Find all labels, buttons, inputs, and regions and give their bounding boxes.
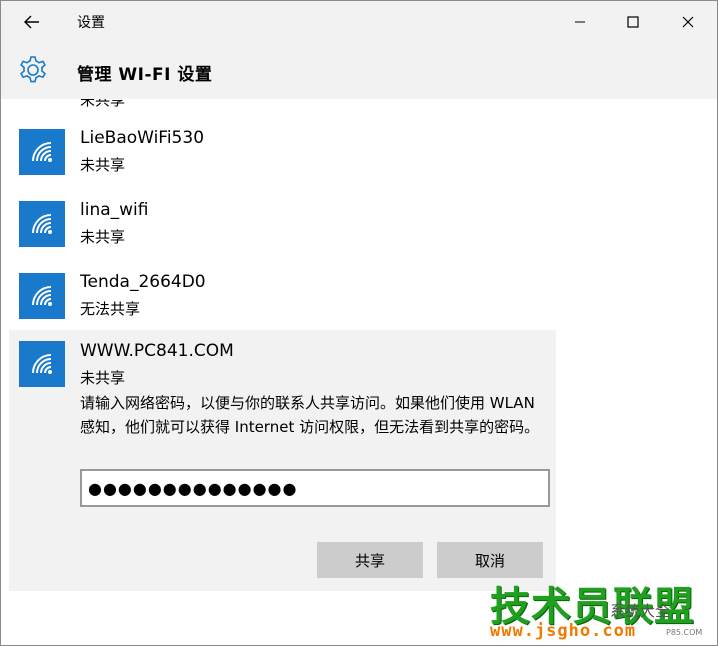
network-name: lina_wifi [80, 200, 149, 220]
network-name: LieBaoWiFi530 [80, 128, 205, 148]
network-status: 无法共享 [80, 300, 141, 318]
page-header: 管理 WI-FI 设置 [1, 43, 717, 99]
cancel-button[interactable]: 取消 [437, 542, 543, 578]
watermark-logo: 技术员联盟 www.jsgho.com 系统大全 P85.COM [490, 574, 718, 646]
network-status: 未共享 [80, 156, 126, 174]
close-button[interactable] [661, 1, 715, 43]
network-name: WWW.PC841.COM [80, 341, 234, 361]
network-tile [19, 201, 65, 247]
share-prompt: 请输入网络密码，以便与你的联系人共享访问。如果他们使用 WLAN 感知，他们就可… [80, 394, 540, 436]
page-title: 管理 WI-FI 设置 [77, 65, 213, 85]
title-bar: 设置 [1, 1, 717, 43]
maximize-button[interactable] [606, 1, 660, 43]
network-item-tenda[interactable]: Tenda_2664D0 无法共享 [1, 263, 556, 333]
network-tile [19, 341, 65, 387]
wifi-icon [32, 142, 52, 162]
password-field[interactable] [80, 469, 550, 507]
network-item-liebaowifi530[interactable]: LieBaoWiFi530 未共享 [1, 119, 556, 189]
wifi-icon [32, 214, 52, 234]
minimize-button[interactable] [553, 1, 607, 43]
network-tile [19, 129, 65, 175]
wifi-icon [32, 286, 52, 306]
window-title: 设置 [77, 15, 105, 31]
wifi-icon [32, 354, 52, 374]
maximize-icon [627, 16, 639, 28]
watermark-url: www.jsgho.com [490, 621, 637, 641]
arrow-left-icon [24, 15, 39, 29]
watermark-small-text: P85.COM [666, 628, 703, 637]
network-status: 未共享 [80, 369, 126, 387]
back-button[interactable] [15, 9, 49, 35]
gear-icon [20, 56, 46, 83]
minimize-icon [575, 21, 585, 23]
network-list: 未共享 LieBaoWiFi530 未共享 lina_wifi 未共享 Tend… [1, 99, 717, 599]
share-button[interactable]: 共享 [317, 542, 423, 578]
network-status: 未共享 [80, 99, 126, 109]
settings-window: 设置 管理 WI-FI 设置 未共享 LieBaoWiFi530 未共享 lin… [0, 0, 718, 646]
network-item-lina-wifi[interactable]: lina_wifi 未共享 [1, 191, 556, 261]
network-name: Tenda_2664D0 [80, 272, 206, 292]
watermark-side-text: 系统大全 [610, 602, 671, 620]
close-icon [682, 16, 694, 28]
network-status: 未共享 [80, 228, 126, 246]
network-tile [19, 273, 65, 319]
